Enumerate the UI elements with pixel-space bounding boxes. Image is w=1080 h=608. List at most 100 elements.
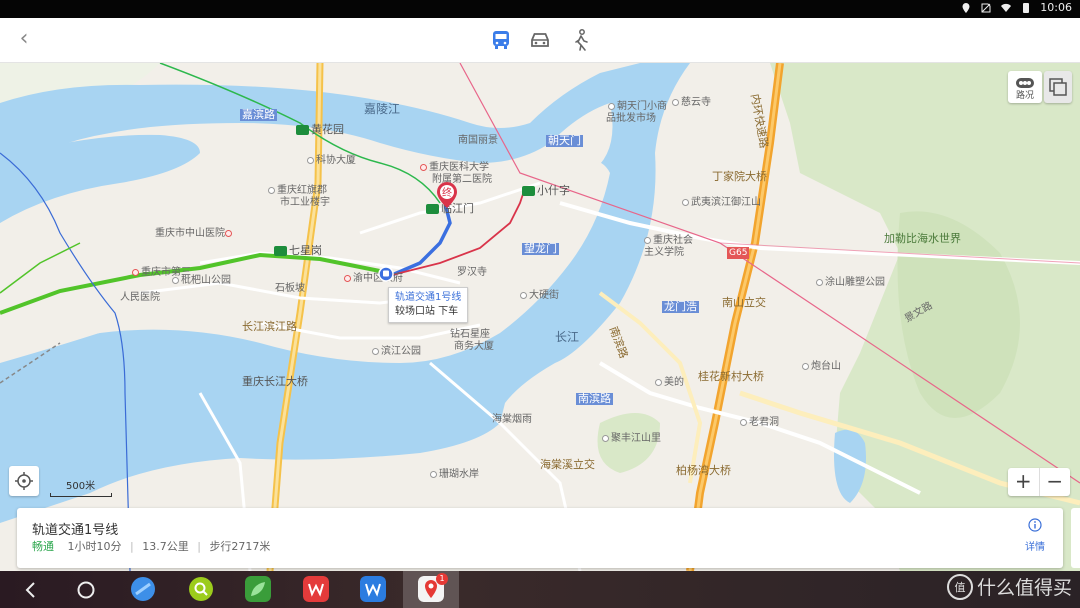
station-qixinggang[interactable]: 七星岗 <box>274 245 322 257</box>
label-jialing-river: 嘉陵江 <box>364 102 401 116</box>
poi-nanshan: 南山立交 <box>722 296 766 309</box>
poi-qiaodong: 重庆长江大桥 <box>242 375 308 388</box>
poi-shangwu: 商务大厦 <box>454 341 494 352</box>
map-view[interactable]: 嘉陵江 长江 嘉滨路 黄花园 七星岗 小什字 临江门 科协大厦 重庆红旗郡 市工… <box>0 63 1080 571</box>
metro-station-icon <box>296 125 309 135</box>
destination-marker-label: 终 <box>442 186 452 199</box>
battery-icon <box>1023 2 1030 13</box>
leaf-app-icon[interactable] <box>245 576 271 602</box>
zoom-out-button[interactable]: − <box>1038 468 1071 496</box>
poi-shehui-2: 主义学院 <box>644 247 684 258</box>
station-xiaoshizi[interactable]: 小什字 <box>522 185 570 197</box>
smzdm-logo-icon: 值 <box>946 573 973 600</box>
route-summary-card[interactable]: 轨道交通1号线 畅通 1小时10分 | 13.7公里 | 步行2717米 详情 <box>17 508 1063 568</box>
locate-icon <box>15 472 33 490</box>
location-icon <box>962 2 970 13</box>
no-sim-icon <box>981 3 991 12</box>
metro-station-icon <box>274 246 287 256</box>
word-app-icon[interactable] <box>360 576 386 602</box>
transfer-bus-icon[interactable] <box>378 266 394 282</box>
poi-hongqi[interactable]: 重庆红旗郡 <box>268 185 327 197</box>
route-title: 轨道交通1号线 <box>32 523 119 538</box>
label-yangtze-river: 长江 <box>555 330 580 344</box>
poi-laojun[interactable]: 老君洞 <box>740 417 779 429</box>
wifi-icon <box>1001 3 1012 12</box>
callout-stop: 较场口站 下车 <box>395 306 459 317</box>
poi-luohan: 罗汉寺 <box>457 267 487 278</box>
route-info: 畅通 1小时10分 | 13.7公里 | 步行2717米 <box>32 540 271 553</box>
back-button[interactable]: ‹ <box>12 28 36 52</box>
traffic-label: 路况 <box>1015 91 1034 101</box>
zoom-in-button[interactable]: + <box>1008 468 1039 496</box>
poi-changbin: 长江滨江路 <box>242 320 297 333</box>
poi-shibanpo: 石板坡 <box>275 283 305 294</box>
poi-longmenhao: 龙门浩 <box>662 300 699 313</box>
traffic-status: 畅通 <box>32 540 54 553</box>
poi-haitang: 海棠烟雨 <box>492 414 532 425</box>
poi-yangwan: 柏杨湾大桥 <box>676 464 731 477</box>
poi-jialebi: 加勒比海水世界 <box>884 232 961 245</box>
poi-g65: G65 <box>727 247 750 259</box>
notification-badge: 1 <box>436 573 448 585</box>
poi-shehui[interactable]: 重庆社会 <box>644 235 693 247</box>
poi-wushi[interactable]: 武夷滨江御江山 <box>682 197 761 209</box>
layers-icon <box>1049 78 1067 96</box>
poi-tushan[interactable]: 涂山雕塑公园 <box>816 277 885 289</box>
bus-mode-icon[interactable] <box>488 28 514 52</box>
zoom-control: + − <box>1008 468 1070 496</box>
poi-daying[interactable]: 大硬街 <box>520 290 559 302</box>
label-jiabin-road: 嘉滨路 <box>240 108 277 121</box>
route-walk: 步行2717米 <box>209 540 271 553</box>
status-icons: 10:06 <box>960 1 1072 14</box>
poi-meide[interactable]: 美的 <box>655 377 684 389</box>
poi-nanguo: 南国丽景 <box>458 135 498 146</box>
poi-zhongshan-hospital[interactable]: 重庆市中山医院 <box>155 228 234 240</box>
poi-hongqi-2: 市工业楼宇 <box>280 197 330 208</box>
detail-label: 详情 <box>1025 542 1045 553</box>
poi-wanglongmen: 望龙门 <box>522 242 559 255</box>
poi-shanhu[interactable]: 珊瑚水岸 <box>430 469 479 481</box>
scale-label: 500米 <box>66 481 96 492</box>
callout-line: 轨道交通1号线 <box>395 292 462 303</box>
watermark-text: 什么值得买 <box>976 577 1072 599</box>
car-mode-icon[interactable] <box>527 28 553 52</box>
poi-dingjiayuan: 丁家院大桥 <box>712 170 767 183</box>
traffic-toggle-button[interactable]: 路况 <box>1008 71 1042 103</box>
search-app-icon[interactable] <box>188 576 214 602</box>
svg-text:值: 值 <box>954 581 965 594</box>
system-nav-bar: 1 值 什么值得买 <box>0 571 1080 608</box>
route-duration: 1小时10分 <box>67 540 122 553</box>
station-huanghuayuan[interactable]: 黄花园 <box>296 124 344 136</box>
detail-button[interactable]: 详情 <box>1021 517 1049 553</box>
poi-nanbin: 南滨路 <box>576 392 613 405</box>
poi-paotai[interactable]: 炮台山 <box>802 361 841 373</box>
poi-jiangshan[interactable]: 聚丰江山里 <box>602 433 661 445</box>
wps-app-icon[interactable] <box>303 576 329 602</box>
poi-pipashan[interactable]: 枇杷山公园 <box>172 275 231 287</box>
poi-xiaoshangpin-2: 品批发市场 <box>606 113 656 124</box>
destination-marker-icon[interactable]: 终 <box>436 181 458 209</box>
poi-haitangxi: 海棠溪立交 <box>540 458 595 471</box>
nav-back-icon[interactable] <box>20 579 42 601</box>
poi-kejidasha[interactable]: 科协大厦 <box>307 155 356 167</box>
poi-binjiang[interactable]: 滨江公园 <box>372 346 421 358</box>
walk-mode-icon[interactable] <box>568 28 594 52</box>
scale-bar: 500米 <box>50 477 112 497</box>
route-callout[interactable]: 轨道交通1号线 较场口站 下车 <box>388 287 469 323</box>
status-time: 10:06 <box>1040 1 1072 14</box>
route-mode-bar: ‹ <box>0 18 1080 63</box>
next-card-edge[interactable] <box>1071 508 1080 568</box>
nav-home-icon[interactable] <box>75 579 97 601</box>
route-distance: 13.7公里 <box>142 540 189 553</box>
watermark: 值 什么值得买 <box>946 573 1072 600</box>
poi-ciyun[interactable]: 慈云寺 <box>672 97 711 109</box>
browser-app-icon[interactable] <box>130 576 156 602</box>
poi-yuzhong[interactable]: 渝中区政府 <box>344 273 403 285</box>
poi-xiaoshangpin[interactable]: 朝天门小商 <box>608 101 667 113</box>
poi-yiyuan[interactable]: 重庆医科大学 <box>420 162 489 174</box>
info-icon <box>1028 518 1042 532</box>
locate-button[interactable] <box>9 466 39 496</box>
layers-button[interactable] <box>1044 71 1072 103</box>
poi-renmin-2: 人民医院 <box>120 292 160 303</box>
status-bar: 10:06 <box>0 0 1080 18</box>
